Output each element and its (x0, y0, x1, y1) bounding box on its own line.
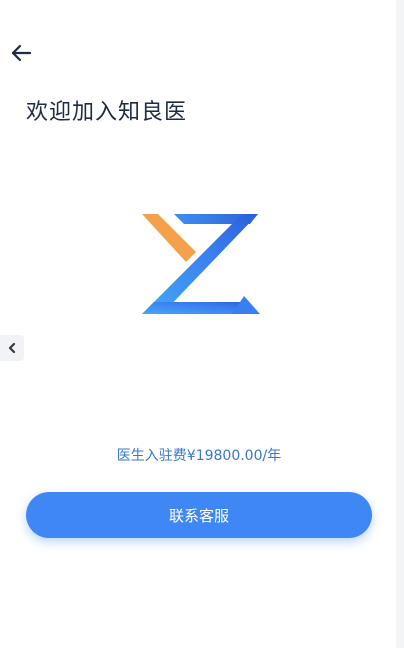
contact-service-button[interactable]: 联系客服 (26, 492, 372, 538)
zhiliangyi-logo-icon (142, 214, 260, 314)
chevron-left-icon (8, 342, 16, 354)
registration-fee-text: 医生入驻费¥19800.00/年 (116, 448, 282, 464)
side-panel-handle[interactable] (0, 335, 24, 361)
welcome-screen: 欢迎加入知良医 医生入驻费¥19800.00/年 联系客服 (0, 0, 404, 648)
arrow-left-icon (11, 44, 32, 62)
page-title: 欢迎加入知良医 (26, 100, 188, 125)
screen-edge (396, 0, 404, 648)
brand-logo (140, 212, 260, 316)
back-button[interactable] (6, 38, 36, 68)
